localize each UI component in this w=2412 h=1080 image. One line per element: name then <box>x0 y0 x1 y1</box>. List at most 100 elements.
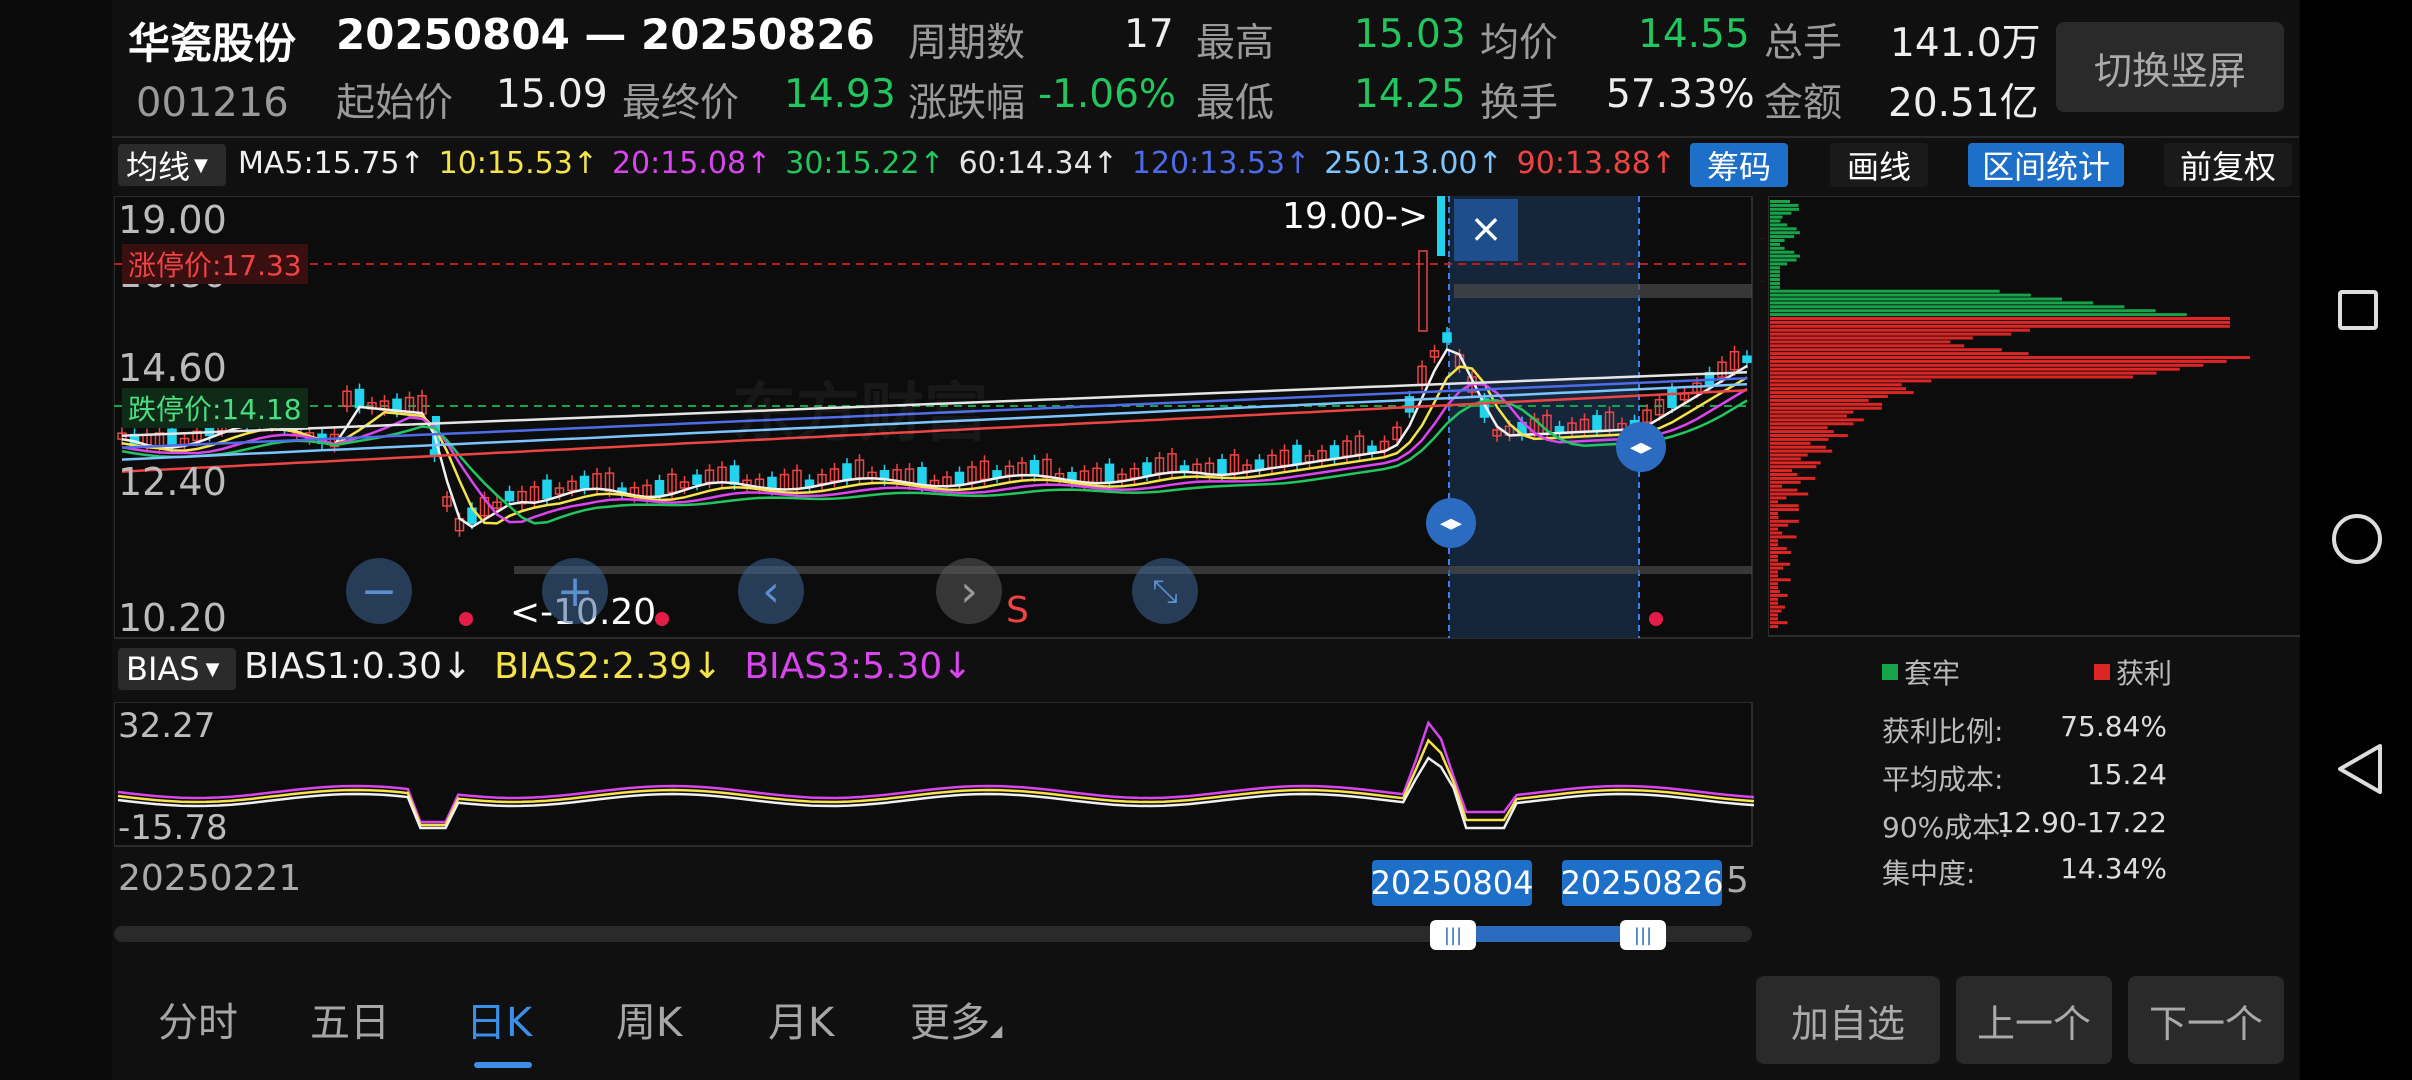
chevron-right-icon: › <box>960 565 978 617</box>
chip-bar <box>1770 418 1864 422</box>
previous-stock-button[interactable]: 上一个 <box>1956 976 2112 1064</box>
ma-value-5: 120:13.53↑ <box>1131 146 1311 181</box>
tab-weekly-k[interactable]: 周K <box>616 990 682 1048</box>
app-root: 华瓷股份 001216 20250804 — 20250826 起始价 15.0… <box>0 0 2412 1080</box>
bias-chart[interactable] <box>114 702 1754 848</box>
next-stock-button[interactable]: 下一个 <box>2128 976 2284 1064</box>
draw-line-button[interactable]: 画线 <box>1830 143 1928 187</box>
profit-ratio-label: 获利比例: <box>1882 715 2004 748</box>
chip-bar <box>1770 609 1782 613</box>
timeline-start-handle[interactable]: ||| <box>1430 920 1476 950</box>
range-end-handle[interactable]: ◂▸ <box>1616 422 1666 472</box>
chip-bar <box>1770 356 2250 359</box>
tab-monthly-k[interactable]: 月K <box>768 990 834 1048</box>
cost-90-label: 90%成本: <box>1882 811 2010 844</box>
stock-code: 001216 <box>136 80 289 126</box>
tab-daily-k[interactable]: 日K <box>466 990 532 1048</box>
chip-bar <box>1770 597 1778 601</box>
chip-bar <box>1770 211 1792 215</box>
recent-apps-icon[interactable] <box>2338 290 2378 330</box>
chip-bar <box>1770 395 1888 398</box>
chip-bar <box>1770 422 1854 426</box>
chip-bar <box>1770 262 1788 266</box>
scroll-left-button[interactable]: ‹ <box>738 558 804 624</box>
chips-button[interactable]: 筹码 <box>1690 143 1788 187</box>
chip-bar <box>1770 465 1817 469</box>
range-start-handle[interactable]: ◂▸ <box>1426 498 1476 548</box>
chip-bar <box>1770 219 1781 223</box>
chip-bar <box>1770 551 1792 554</box>
zoom-in-button[interactable]: + <box>542 558 608 624</box>
chip-bar <box>1770 235 1795 239</box>
chevron-left-icon: ‹ <box>762 565 780 617</box>
low-band-bar <box>514 566 1752 574</box>
chip-bar <box>1770 239 1785 242</box>
chip-bar <box>1770 430 1834 434</box>
zoom-out-button[interactable]: − <box>346 558 412 624</box>
indicator-selector[interactable]: BIAS ▼ <box>118 648 236 690</box>
chip-bar <box>1770 496 1787 500</box>
chip-bar <box>1770 313 2187 317</box>
candle-body <box>654 480 665 497</box>
avg-label: 均价 <box>1480 21 1559 66</box>
ma-selector[interactable]: 均线 ▼ <box>118 144 226 186</box>
range-stats-button[interactable]: 区间统计 <box>1968 143 2124 187</box>
chip-bar <box>1770 371 2157 375</box>
candle-body <box>542 479 552 500</box>
chip-bar <box>1770 441 1811 445</box>
chip-bar <box>1770 274 1780 278</box>
minus-icon: − <box>360 565 398 617</box>
ma-selector-label: 均线 <box>126 148 191 186</box>
chip-bar <box>1770 231 1800 235</box>
chip-bar <box>1770 476 1816 480</box>
add-watchlist-button[interactable]: 加自选 <box>1756 976 1940 1064</box>
limit-up-label: 涨停价:17.33 <box>122 244 308 284</box>
bias-y-bottom: -15.78 <box>118 808 228 848</box>
scroll-right-button[interactable]: › <box>936 558 1002 624</box>
timeline-end-handle[interactable]: ||| <box>1620 920 1666 950</box>
tab-more[interactable]: 更多◢ <box>910 990 1002 1048</box>
candle-body <box>917 467 927 487</box>
chip-bar <box>1770 379 1932 383</box>
ma-values: MA5:15.75↑ 10:15.53↑ 20:15.08↑ 30:15.22↑ 60:… <box>238 146 1676 181</box>
tab-intraday[interactable]: 分时 <box>158 990 238 1048</box>
chip-bar <box>1770 558 1778 562</box>
chip-bar <box>1770 215 1783 219</box>
system-nav-bar <box>2300 0 2412 1080</box>
amount-label: 金额 <box>1764 81 1843 126</box>
avg-value: 14.55 <box>1638 12 1750 57</box>
signal-dot <box>459 612 473 626</box>
high-value: 15.03 <box>1354 12 1466 57</box>
y-label-top: 19.00 <box>118 198 227 242</box>
back-icon[interactable] <box>2334 742 2384 796</box>
candle-body <box>1667 388 1677 408</box>
ma-value-7: 90:13.88↑ <box>1516 146 1676 181</box>
chip-bar <box>1770 613 1778 617</box>
chip-bar <box>1770 500 1778 504</box>
header-divider <box>112 136 2299 138</box>
legend-swatch <box>1882 664 1898 680</box>
low-label: 最低 <box>1196 81 1275 126</box>
tab-five-day[interactable]: 五日 <box>310 990 390 1048</box>
chip-bar <box>1770 200 1790 203</box>
home-icon[interactable] <box>2332 514 2382 564</box>
candle-body <box>1292 444 1302 465</box>
switch-portrait-button[interactable]: 切换竖屏 <box>2056 22 2284 112</box>
forward-adjust-button[interactable]: 前复权 <box>2164 143 2292 187</box>
chip-bar <box>1770 391 1914 395</box>
avg-cost-value: 15.24 <box>2086 758 2167 791</box>
active-tab-indicator <box>474 1062 532 1068</box>
period-value: 17 <box>1124 12 1174 57</box>
legend-trapped: 套牢 <box>1882 652 1960 692</box>
timeline-selection <box>1452 926 1642 942</box>
high-label: 最高 <box>1196 21 1275 66</box>
candle-body <box>1742 355 1752 363</box>
chip-bar <box>1770 406 1882 410</box>
candle-body <box>1254 459 1265 470</box>
ma-value-0: MA5:15.75↑ <box>238 146 425 181</box>
reset-zoom-button[interactable]: ⤡ <box>1132 558 1198 624</box>
period-label: 周期数 <box>908 21 1026 66</box>
plus-icon: + <box>556 565 594 617</box>
candle-body <box>1592 415 1602 432</box>
dropdown-arrow-icon: ▼ <box>205 658 220 680</box>
